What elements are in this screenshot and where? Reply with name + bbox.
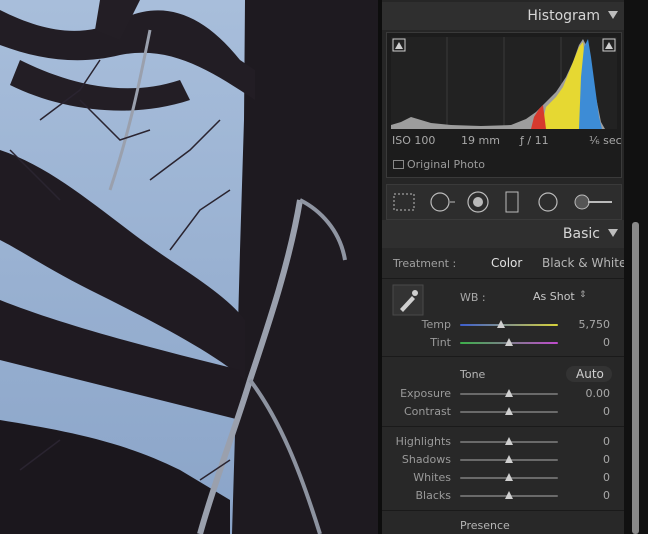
- highlights-value[interactable]: 0: [566, 435, 610, 448]
- whites-slider-thumb[interactable]: [505, 473, 513, 481]
- wb-label: WB :: [460, 291, 486, 304]
- temp-label: Temp: [421, 318, 451, 331]
- tint-slider-thumb[interactable]: [505, 338, 513, 346]
- blacks-label: Blacks: [415, 489, 452, 502]
- contrast-value[interactable]: 0: [566, 405, 610, 418]
- auto-tone-button[interactable]: Auto: [566, 366, 612, 382]
- basic-header[interactable]: Basic: [382, 220, 624, 248]
- collapse-triangle-icon[interactable]: [608, 11, 618, 19]
- blacks-slider-thumb[interactable]: [505, 491, 513, 499]
- original-photo-label: Original Photo: [407, 158, 485, 171]
- exposure-slider-thumb[interactable]: [505, 389, 513, 397]
- shutter-readout: ⅙ sec: [589, 134, 622, 147]
- histogram-graph: [391, 37, 617, 129]
- photo-canvas[interactable]: [0, 0, 378, 534]
- histogram-header[interactable]: Histogram: [382, 2, 624, 30]
- tone-label: Tone: [460, 368, 486, 381]
- highlights-label: Highlights: [395, 435, 451, 448]
- whites-value[interactable]: 0: [566, 471, 610, 484]
- histogram-box: ISO 100 19 mm ƒ / 11 ⅙ sec Original Phot…: [386, 32, 622, 178]
- tint-value[interactable]: 0: [566, 336, 610, 349]
- spot-removal-icon[interactable]: [428, 190, 458, 214]
- wb-select-arrows-icon[interactable]: ⇕: [579, 290, 587, 300]
- contrast-label: Contrast: [403, 405, 451, 418]
- temp-value[interactable]: 5,750: [566, 318, 611, 331]
- adjustment-brush-icon[interactable]: [572, 190, 616, 214]
- shadows-label: Shadows: [401, 453, 451, 466]
- radial-filter-icon[interactable]: [536, 190, 560, 214]
- graduated-filter-icon[interactable]: [504, 190, 520, 214]
- wb-select[interactable]: As Shot: [533, 290, 575, 303]
- crop-overlay-icon[interactable]: [392, 190, 418, 214]
- exposure-value[interactable]: 0.00: [566, 387, 611, 400]
- shadows-slider-thumb[interactable]: [505, 455, 513, 463]
- highlights-slider-thumb[interactable]: [505, 437, 513, 445]
- histogram-title: Histogram: [527, 8, 600, 24]
- blacks-value[interactable]: 0: [566, 489, 610, 502]
- exposure-label: Exposure: [400, 387, 451, 400]
- whites-label: Whites: [413, 471, 451, 484]
- presence-label: Presence: [460, 519, 510, 532]
- treatment-label: Treatment :: [393, 257, 457, 270]
- treatment-bw-option[interactable]: Black & White: [542, 256, 624, 270]
- panel-scrollbar[interactable]: [632, 222, 639, 534]
- aperture-readout: ƒ / 11: [520, 134, 549, 147]
- basic-title: Basic: [562, 226, 600, 242]
- original-photo-checkbox[interactable]: [393, 160, 404, 169]
- shadows-value[interactable]: 0: [566, 453, 610, 466]
- focal-length-readout: 19 mm: [461, 134, 500, 147]
- iso-readout: ISO 100: [392, 134, 436, 147]
- collapse-triangle-icon[interactable]: [608, 229, 618, 237]
- contrast-slider-thumb[interactable]: [505, 407, 513, 415]
- photo-image: [0, 0, 378, 534]
- temp-slider-track[interactable]: [460, 324, 558, 326]
- white-balance-picker-icon[interactable]: [392, 284, 424, 316]
- auto-tone-label: Auto: [576, 367, 604, 381]
- temp-slider-thumb[interactable]: [497, 320, 506, 328]
- treatment-color-option[interactable]: Color: [491, 256, 522, 270]
- develop-right-panel: Histogram ISO 100 19 mm ƒ / 11 ⅙ sec Ori…: [382, 0, 624, 534]
- tint-label: Tint: [430, 336, 451, 349]
- red-eye-icon[interactable]: [466, 190, 490, 214]
